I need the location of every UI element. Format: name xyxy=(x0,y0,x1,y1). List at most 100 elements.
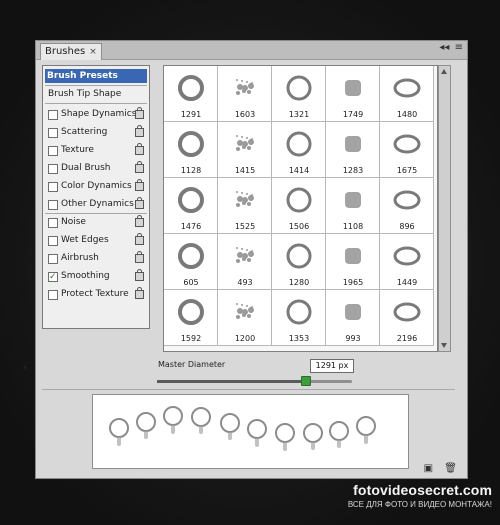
brush-setting-item[interactable]: Color Dynamics xyxy=(43,179,149,194)
setting-label: Texture xyxy=(61,145,94,155)
preset-scrollbar[interactable] xyxy=(438,65,451,352)
brush-setting-item[interactable]: Texture xyxy=(43,143,149,158)
lock-icon[interactable] xyxy=(135,251,144,263)
brush-setting-item[interactable]: Noise xyxy=(43,215,149,230)
master-diameter-slider[interactable] xyxy=(157,376,352,386)
lock-icon[interactable] xyxy=(135,143,144,155)
brush-preset-cell[interactable]: 1525 xyxy=(218,178,272,234)
brush-size-label: 1280 xyxy=(288,278,310,287)
lock-icon[interactable] xyxy=(135,179,144,191)
brush-tip-shape-item[interactable]: Brush Tip Shape xyxy=(43,87,149,102)
brush-size-label: 1525 xyxy=(234,222,256,231)
brush-preset-grid: 1291 1603 1321 1749 1480 1128 1415 1414 1283 1675… xyxy=(163,65,438,352)
master-diameter-input[interactable]: 1291 px xyxy=(310,359,354,373)
bottom-toolbar: ▣ 🗑 xyxy=(416,463,457,474)
checkbox[interactable] xyxy=(48,290,58,300)
brush-setting-item[interactable]: Shape Dynamics xyxy=(43,107,149,122)
checkbox[interactable] xyxy=(48,254,58,264)
brush-preset-cell[interactable]: 1476 xyxy=(164,178,218,234)
watermark-tagline: ВСЕ ДЛЯ ФОТО И ВИДЕО МОНТАЖА! xyxy=(347,500,492,509)
brush-preset-cell[interactable]: 2196 xyxy=(380,290,434,346)
lock-icon[interactable] xyxy=(135,107,144,119)
brush-presets-item[interactable]: Brush Presets xyxy=(45,69,147,83)
brush-preset-cell[interactable]: 1200 xyxy=(218,290,272,346)
brush-size-label: 1415 xyxy=(234,166,256,175)
brush-size-label: 896 xyxy=(399,222,415,231)
brush-preset-cell[interactable]: 1415 xyxy=(218,122,272,178)
tab-brushes[interactable]: Brushes × xyxy=(40,43,102,60)
lock-icon[interactable] xyxy=(135,269,144,281)
brush-thumbnail-icon xyxy=(393,134,421,154)
scroll-up-icon[interactable] xyxy=(441,69,447,74)
scroll-down-icon[interactable] xyxy=(441,343,447,348)
brush-thumbnail-icon xyxy=(345,304,361,320)
brush-preset-cell[interactable]: 493 xyxy=(218,234,272,290)
brush-preset-cell[interactable]: 1291 xyxy=(164,66,218,122)
brush-preset-cell[interactable]: 1449 xyxy=(380,234,434,290)
brush-size-label: 2196 xyxy=(396,334,418,343)
checkbox[interactable] xyxy=(48,128,58,138)
lock-icon[interactable] xyxy=(135,197,144,209)
lock-icon[interactable] xyxy=(135,215,144,227)
brush-preset-cell[interactable]: 1675 xyxy=(380,122,434,178)
brush-preset-cell[interactable]: 1506 xyxy=(272,178,326,234)
brush-thumbnail-icon xyxy=(178,299,204,325)
brush-preset-cell[interactable]: 896 xyxy=(380,178,434,234)
collapse-icon[interactable]: ◂◂ xyxy=(439,42,449,53)
checkbox[interactable] xyxy=(48,182,58,192)
close-icon[interactable]: × xyxy=(89,47,97,57)
brush-size-label: 1283 xyxy=(342,166,364,175)
brush-preset-cell[interactable]: 1414 xyxy=(272,122,326,178)
brush-thumbnail-icon xyxy=(286,187,312,213)
brush-preset-cell[interactable]: 1480 xyxy=(380,66,434,122)
brush-preset-cell[interactable]: 1603 xyxy=(218,66,272,122)
slider-fill xyxy=(157,380,306,383)
brush-preset-cell[interactable]: 1321 xyxy=(272,66,326,122)
brush-setting-item[interactable]: Airbrush xyxy=(43,251,149,266)
lock-icon[interactable] xyxy=(135,287,144,299)
lock-icon[interactable] xyxy=(135,161,144,173)
slider-knob[interactable] xyxy=(301,376,312,386)
setting-label: Airbrush xyxy=(61,253,99,263)
brush-setting-item[interactable]: Scattering xyxy=(43,125,149,140)
brush-preset-cell[interactable]: 993 xyxy=(326,290,380,346)
brush-preset-cell[interactable]: 1353 xyxy=(272,290,326,346)
checkbox[interactable] xyxy=(48,110,58,120)
checkbox[interactable] xyxy=(48,218,58,228)
brush-preset-cell[interactable]: 1128 xyxy=(164,122,218,178)
brush-settings-list: Brush Presets Brush Tip Shape Shape Dyna… xyxy=(42,65,150,329)
brush-size-label: 1321 xyxy=(288,110,310,119)
brush-presets-label: Brush Presets xyxy=(47,71,118,81)
brush-setting-item[interactable]: Dual Brush xyxy=(43,161,149,176)
brush-preset-cell[interactable]: 1965 xyxy=(326,234,380,290)
brush-thumbnail-icon xyxy=(345,136,361,152)
brush-setting-item[interactable]: ✓ Smoothing xyxy=(43,269,149,284)
brush-size-label: 1414 xyxy=(288,166,310,175)
brush-setting-item[interactable]: Wet Edges xyxy=(43,233,149,248)
checkbox[interactable]: ✓ xyxy=(48,272,58,282)
brush-preset-cell[interactable]: 1108 xyxy=(326,178,380,234)
lock-icon[interactable] xyxy=(135,233,144,245)
panel-menu-icon[interactable]: ≡ xyxy=(455,42,463,53)
brush-thumbnail-icon xyxy=(236,135,254,151)
checkbox[interactable] xyxy=(48,146,58,156)
brush-size-label: 1506 xyxy=(288,222,310,231)
brush-thumbnail-icon xyxy=(178,75,204,101)
checkbox[interactable] xyxy=(48,164,58,174)
checkbox[interactable] xyxy=(48,200,58,210)
brush-setting-item[interactable]: Protect Texture xyxy=(43,287,149,302)
brush-setting-item[interactable]: Other Dynamics xyxy=(43,197,149,212)
brush-preset-cell[interactable]: 1283 xyxy=(326,122,380,178)
brush-size-label: 1291 xyxy=(180,110,202,119)
brush-thumbnail-icon xyxy=(178,187,204,213)
brush-preset-cell[interactable]: 605 xyxy=(164,234,218,290)
delete-icon[interactable]: 🗑 xyxy=(444,463,457,474)
brush-size-label: 1965 xyxy=(342,278,364,287)
lock-icon[interactable] xyxy=(135,125,144,137)
brush-preset-cell[interactable]: 1749 xyxy=(326,66,380,122)
checkbox[interactable] xyxy=(48,236,58,246)
brush-thumbnail-icon xyxy=(236,247,254,263)
brush-preset-cell[interactable]: 1280 xyxy=(272,234,326,290)
brush-preset-cell[interactable]: 1592 xyxy=(164,290,218,346)
new-brush-icon[interactable]: ▣ xyxy=(424,463,433,474)
